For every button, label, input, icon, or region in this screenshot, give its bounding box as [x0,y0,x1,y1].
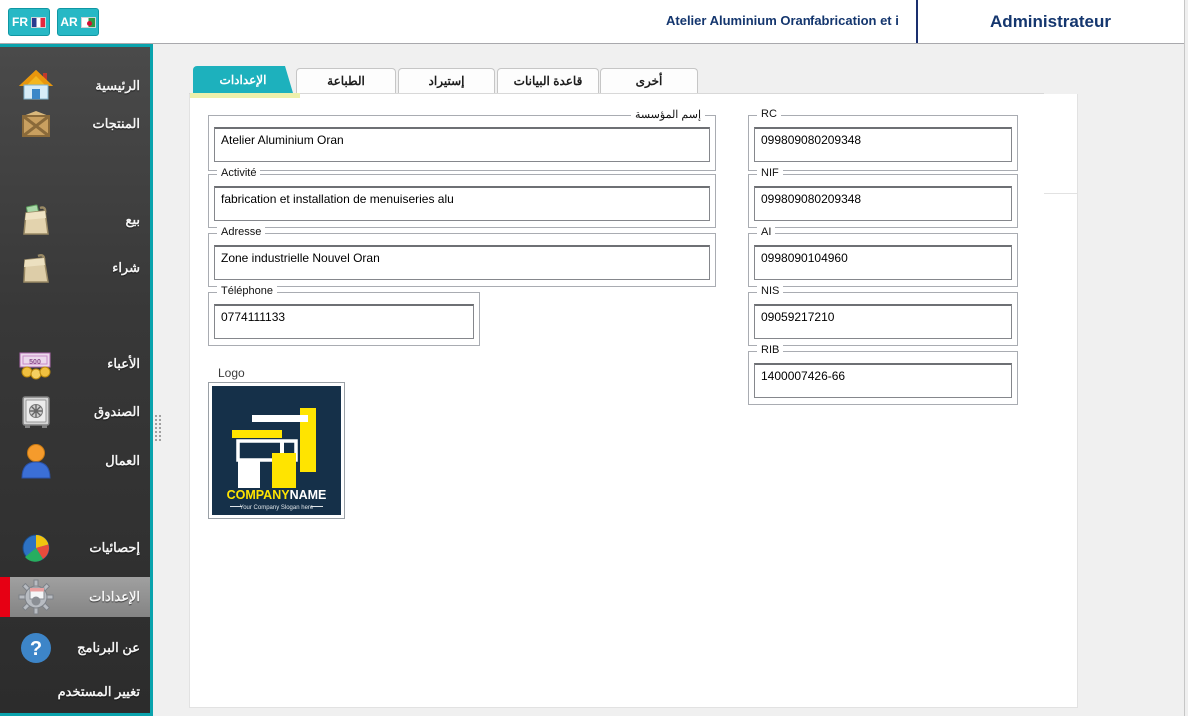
activity-field[interactable] [214,186,710,221]
money-expenses-icon: 500 [16,344,56,384]
logo-slogan-text: Your Company Slogan here [240,505,314,511]
phone-label: Téléphone [217,285,277,297]
nif-label: NIF [757,167,783,179]
sidebar-item-settings[interactable]: الإعدادات [0,577,150,617]
groupbox-nif: NIF [748,174,1018,228]
sidebar-item-label: الصندوق [56,404,150,420]
tab-label: الطباعة [327,74,365,88]
groupbox-nis: NIS [748,292,1018,346]
logged-user-role: Administrateur [917,0,1184,43]
svg-text:?: ? [30,638,42,660]
tab-label: إستيراد [429,74,465,88]
sidebar-item-cashbox[interactable]: الصندوق [3,388,150,436]
tab-settings[interactable]: الإعدادات [193,66,293,93]
company-logo-image[interactable]: COMPANYNAME Your Company Slogan here [208,382,345,519]
worker-person-icon [16,441,56,481]
safe-icon [16,392,56,432]
sidebar-item-label: شراء [56,260,150,276]
company-name-field[interactable] [214,127,710,162]
no-icon [16,672,56,712]
rc-label: RC [757,108,781,120]
ar-button-label: AR [60,15,77,29]
language-fr-button[interactable]: FR [8,8,50,36]
logo-text-secondary: NAME [290,488,327,502]
sidebar-item-label: عن البرنامج [56,640,150,656]
sidebar-item-about[interactable]: ? عن البرنامج [3,624,150,672]
ai-label: AI [757,226,775,238]
sidebar-splitter-grip[interactable] [154,414,162,442]
tab-other[interactable]: أخرى [600,68,698,93]
nif-field[interactable] [754,186,1012,221]
active-tab-underline [190,93,300,98]
sidebar-nav: الرئيسية المنتجات بيع شراء 500 الأعباء [0,44,153,716]
tab-label: الإعدادات [220,73,267,87]
logo-text-primary: COMPANY [227,488,291,502]
nis-label: NIS [757,285,783,297]
rib-field[interactable] [754,363,1012,398]
tabstrip-baseline [189,93,1044,94]
company-name-label: إسم المؤسسة [631,108,705,121]
activity-label: Activité [217,167,260,179]
groupbox-ai: AI [748,233,1018,287]
sidebar-item-products[interactable]: المنتجات [3,100,150,148]
france-flag-icon [31,17,46,28]
tab-import[interactable]: إستيراد [398,68,495,93]
buy-bag-icon [16,248,56,288]
tab-database[interactable]: قاعدة البيانات [497,68,599,93]
rib-label: RIB [757,344,783,356]
groupbox-company-name: إسم المؤسسة [208,115,716,171]
question-icon: ? [16,628,56,668]
groupbox-rc: RC [748,115,1018,171]
sidebar-item-label: تغيير المستخدم [56,684,150,700]
sidebar-item-buy[interactable]: شراء [3,244,150,292]
groupbox-activity: Activité [208,174,716,228]
sidebar-item-change-user[interactable]: تغيير المستخدم [3,672,150,712]
gear-icon [16,577,56,617]
empty-side-panel [1044,193,1077,708]
sidebar-item-statistics[interactable]: إحصائيات [3,524,150,572]
logo-label: Logo [218,366,245,380]
window-right-edge [1184,0,1188,716]
sidebar-item-label: العمال [56,453,150,469]
sidebar-item-label: الإعدادات [56,589,150,605]
company-name-text: Atelier Aluminium Oran [666,13,811,28]
sidebar-item-label: الأعباء [56,356,150,372]
tab-label: أخرى [636,74,663,88]
groupbox-rib: RIB [748,351,1018,405]
sidebar-item-sell[interactable]: بيع [3,196,150,244]
products-crate-icon [16,104,56,144]
ai-field[interactable] [754,245,1012,280]
app-window: FR AR Atelier Aluminium Oran fabrication… [0,0,1188,716]
groupbox-address: Adresse [208,233,716,287]
sidebar-item-workers[interactable]: العمال [3,437,150,485]
svg-text:500: 500 [29,359,41,366]
address-label: Adresse [217,226,265,238]
phone-field[interactable] [214,304,474,339]
address-field[interactable] [214,245,710,280]
sell-bag-icon [16,200,56,240]
tab-label: قاعدة البيانات [514,74,583,88]
algeria-flag-icon [81,17,96,28]
rc-field[interactable] [754,127,1012,162]
sidebar-item-label: المنتجات [56,116,150,132]
tab-printing[interactable]: الطباعة [296,68,396,93]
sidebar-item-label: إحصائيات [56,540,150,556]
svg-text:COMPANYNAME: COMPANYNAME [227,488,327,502]
pie-chart-icon [16,528,56,568]
company-activity-text: fabrication et i [810,13,899,28]
sidebar-item-expenses[interactable]: 500 الأعباء [3,340,150,388]
groupbox-phone: Téléphone [208,292,480,346]
top-bar: FR AR Atelier Aluminium Oran fabrication… [0,0,1188,44]
nis-field[interactable] [754,304,1012,339]
fr-button-label: FR [12,15,28,29]
language-ar-button[interactable]: AR [57,8,99,36]
sidebar-item-label: الرئيسية [56,78,150,94]
sidebar-item-label: بيع [56,212,150,228]
